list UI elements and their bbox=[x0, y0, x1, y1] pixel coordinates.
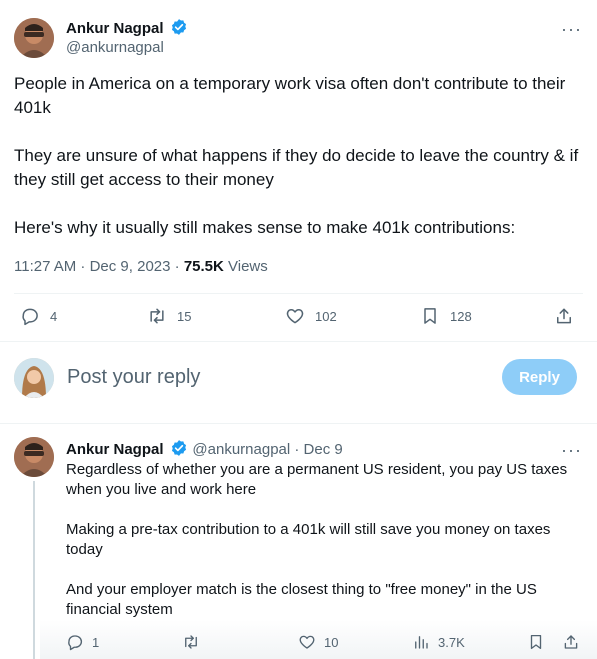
reply-retweet-button[interactable] bbox=[182, 633, 200, 651]
reply-date[interactable]: · Dec 9 bbox=[290, 441, 342, 458]
reply-paragraph-2: Making a pre-tax contribution to a 401k … bbox=[66, 521, 551, 558]
reply-bookmark-button[interactable] bbox=[527, 633, 545, 651]
tweet-timestamp[interactable]: 11:27 AM · Dec 9, 2023 · bbox=[14, 258, 184, 275]
tweet-metadata: 11:27 AM · Dec 9, 2023 · 75.5K Views bbox=[14, 258, 268, 275]
reply-views-button[interactable]: 3.7K bbox=[412, 633, 465, 651]
divider bbox=[0, 423, 597, 424]
share-icon bbox=[564, 635, 578, 649]
reply-reply-button[interactable]: 1 bbox=[66, 633, 99, 651]
reply-views-count: 3.7K bbox=[438, 634, 465, 650]
avatar-photo-icon bbox=[14, 18, 54, 58]
reply-icon bbox=[68, 635, 83, 651]
bookmark-icon bbox=[424, 308, 436, 324]
tweet-paragraph-2: They are unsure of what happens if they … bbox=[14, 146, 579, 189]
heart-icon bbox=[299, 635, 315, 649]
author-name[interactable]: Ankur Nagpal bbox=[66, 20, 164, 37]
thread-line bbox=[33, 481, 35, 659]
reply-like-button[interactable]: 10 bbox=[298, 633, 338, 651]
reply-reply-count: 1 bbox=[92, 634, 100, 650]
heart-icon bbox=[286, 309, 304, 324]
reply-icon bbox=[22, 308, 38, 326]
author-name-row[interactable]: Ankur Nagpal bbox=[66, 18, 188, 37]
reply-like-count: 10 bbox=[324, 634, 339, 650]
current-user-avatar[interactable] bbox=[14, 358, 54, 398]
views-count: 75.5K bbox=[183, 258, 224, 275]
reply-paragraph-1: Regardless of whether you are a permanen… bbox=[66, 461, 568, 498]
share-action-button[interactable] bbox=[554, 306, 574, 326]
reply-count: 4 bbox=[50, 308, 58, 324]
author-handle[interactable]: @ankurnagpal bbox=[66, 39, 164, 56]
bookmark-action-button[interactable]: 128 bbox=[420, 306, 472, 326]
tweet-paragraph-1: People in America on a temporary work vi… bbox=[14, 74, 566, 117]
avatar-photo-icon bbox=[14, 437, 54, 477]
retweet-count: 15 bbox=[177, 308, 192, 324]
tweet-paragraph-3: Here's why it usually still makes sense … bbox=[14, 218, 516, 237]
user-avatar-photo-icon bbox=[14, 358, 54, 398]
more-options-icon[interactable]: ··· bbox=[561, 20, 582, 38]
bookmark-icon bbox=[530, 634, 542, 650]
analytics-icon bbox=[415, 636, 428, 649]
reply-paragraph-3: And your employer match is the closest t… bbox=[66, 581, 537, 618]
divider bbox=[0, 341, 597, 342]
reply-author-name[interactable]: Ankur Nagpal bbox=[66, 441, 164, 458]
reply-share-button[interactable] bbox=[562, 633, 580, 651]
reply-action-button[interactable]: 4 bbox=[20, 306, 57, 326]
reply-input[interactable]: Post your reply bbox=[67, 366, 200, 389]
retweet-icon bbox=[185, 635, 197, 649]
reply-author-handle[interactable]: @ankurnagpal bbox=[192, 441, 290, 458]
divider bbox=[14, 293, 583, 294]
like-action-button[interactable]: 102 bbox=[285, 306, 337, 326]
views-label: Views bbox=[223, 258, 268, 275]
reply-header: Ankur Nagpal @ankurnagpal · Dec 9 bbox=[66, 439, 343, 459]
like-count: 102 bbox=[315, 308, 337, 324]
retweet-action-button[interactable]: 15 bbox=[147, 306, 191, 326]
share-icon bbox=[557, 308, 571, 324]
reply-button[interactable]: Reply bbox=[502, 359, 577, 395]
reply-author-avatar[interactable] bbox=[14, 437, 54, 477]
verified-badge-icon bbox=[171, 440, 187, 456]
reply-more-options-icon[interactable]: ··· bbox=[561, 441, 582, 459]
author-avatar[interactable] bbox=[14, 18, 54, 58]
bookmark-count: 128 bbox=[450, 308, 472, 324]
retweet-icon bbox=[150, 308, 164, 324]
verified-badge-icon bbox=[171, 19, 186, 35]
